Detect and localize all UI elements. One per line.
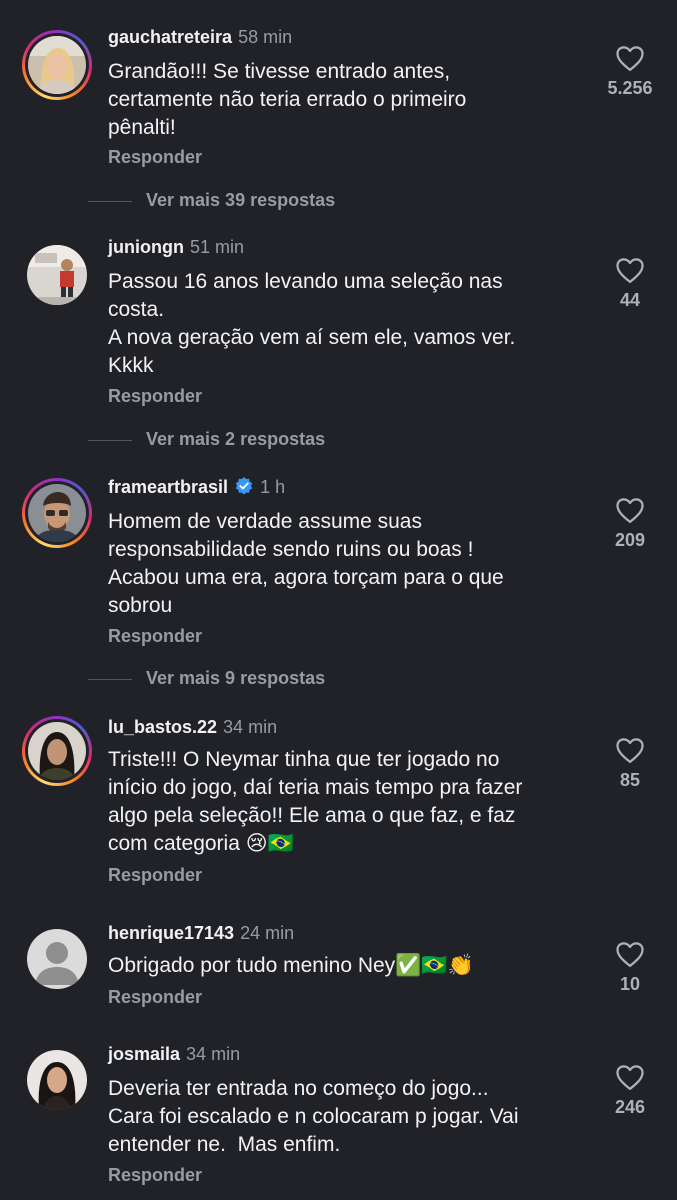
user-photo [28, 484, 86, 542]
comment-text: Triste!!! O Neymar tinha que ter jogado … [108, 748, 523, 855]
comment-username[interactable]: lu_bastos.22 [108, 717, 217, 737]
divider [88, 439, 132, 441]
comment-time: 58 min [238, 27, 293, 47]
comment-text: Obrigado por tudo menino Ney✅🇧🇷👏 [108, 954, 474, 977]
avatar[interactable] [22, 478, 92, 548]
user-photo [28, 36, 86, 94]
user-photo [27, 1050, 87, 1110]
view-more-replies-label[interactable]: Ver mais 2 respostas [146, 429, 325, 449]
comment: gauchatreteira 58 min Grandão!!! Se tives… [0, 0, 677, 230]
like-button[interactable]: 44 [590, 256, 670, 311]
like-count: 209 [614, 530, 646, 550]
comment: lu_bastos.22 34 min Triste!!! O Neymar ti… [0, 710, 677, 920]
reply-button[interactable]: Responder [108, 1165, 202, 1186]
heart-outline-icon [616, 738, 644, 763]
comment-username[interactable]: gauchatreteira [108, 27, 232, 47]
avatar[interactable] [22, 240, 92, 310]
like-button[interactable]: 5.256 [590, 44, 670, 99]
comment-text: Grandão!!! Se tivesse entrado antes, cert… [108, 60, 467, 139]
comment: juniongn 51 min Passou 16 anos levando um… [0, 230, 677, 470]
comment-text: Homem de verdade assume suas responsabili… [108, 510, 504, 617]
comment-time: 34 min [186, 1044, 241, 1064]
like-count: 246 [614, 1097, 646, 1117]
like-count: 85 [619, 770, 641, 790]
comment-text: Deveria ter entrada no começo do jogo...… [108, 1077, 519, 1156]
heart-outline-icon [616, 46, 644, 71]
like-button[interactable]: 10 [590, 940, 670, 995]
like-button[interactable]: 85 [590, 736, 670, 791]
view-more-replies[interactable]: Ver mais 9 respostas [88, 668, 325, 692]
view-more-replies-label[interactable]: Ver mais 9 respostas [146, 668, 325, 688]
view-more-replies[interactable]: Ver mais 2 respostas [88, 429, 325, 453]
avatar[interactable] [22, 716, 92, 786]
view-more-replies[interactable]: Ver mais 39 respostas [88, 190, 335, 214]
like-count: 44 [619, 290, 641, 310]
comment-time: 51 min [189, 237, 245, 257]
user-photo [27, 245, 87, 305]
comment: henrique17143 24 min Obrigado por tudo me… [0, 920, 677, 1035]
reply-button[interactable]: Responder [108, 386, 202, 407]
heart-outline-icon [616, 1065, 644, 1090]
comment-text: Passou 16 anos levando uma seleção nas co… [108, 270, 516, 377]
avatar[interactable] [22, 1045, 92, 1115]
heart-outline-icon [616, 942, 644, 967]
comment-username[interactable]: frameartbrasil [108, 477, 228, 497]
default-user-avatar [27, 929, 87, 989]
reply-button[interactable]: Responder [108, 987, 202, 1008]
like-count: 10 [619, 974, 641, 994]
comment-username[interactable]: henrique17143 [108, 923, 234, 943]
user-photo [28, 722, 86, 780]
reply-button[interactable]: Responder [108, 147, 202, 168]
like-button[interactable]: 246 [590, 1063, 670, 1118]
comment-time: 24 min [240, 923, 295, 943]
comment: frameartbrasil 1 h Homem de verdade assum… [0, 470, 677, 710]
like-count: 5.256 [607, 78, 653, 98]
like-button[interactable]: 209 [590, 496, 670, 551]
comment-username[interactable]: juniongn [108, 237, 184, 257]
reply-button[interactable]: Responder [108, 865, 202, 886]
comment-username[interactable]: josmaila [108, 1044, 180, 1064]
heart-outline-icon [616, 258, 644, 283]
comment: josmaila 34 min Deveria ter entrada no co… [0, 1035, 677, 1200]
comment-time: 1 h [260, 477, 286, 497]
view-more-replies-label[interactable]: Ver mais 39 respostas [146, 190, 335, 210]
heart-outline-icon [616, 498, 644, 523]
comment-time: 34 min [223, 717, 278, 737]
avatar[interactable] [22, 924, 92, 994]
verified-badge-icon [235, 477, 253, 495]
divider [88, 200, 132, 202]
avatar[interactable] [22, 30, 92, 100]
divider [88, 678, 132, 680]
reply-button[interactable]: Responder [108, 626, 202, 647]
